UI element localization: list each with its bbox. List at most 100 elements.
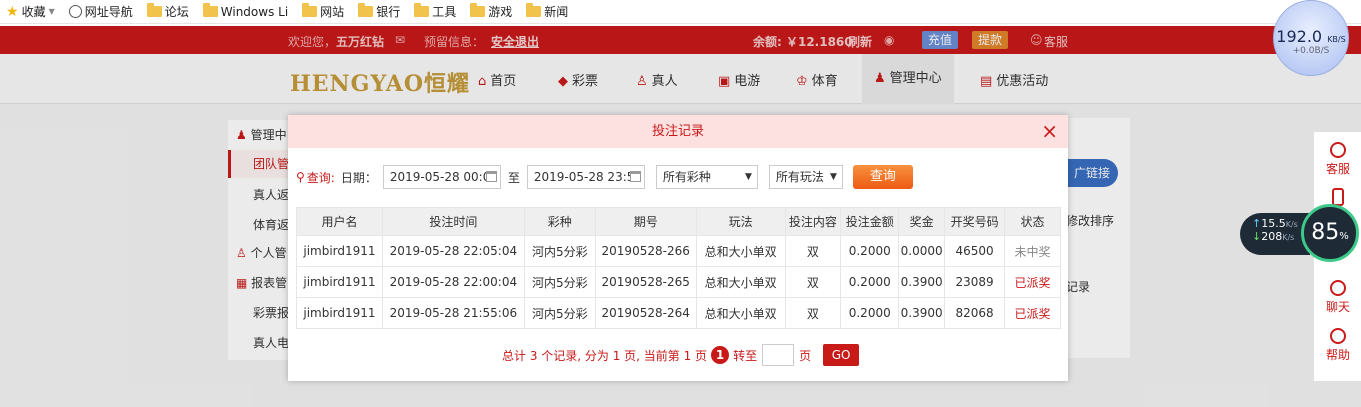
search-icon: ⚲ <box>296 170 305 184</box>
star-icon: ★ <box>6 3 19 20</box>
col-play: 玩法 <box>695 207 786 236</box>
folder-icon <box>302 3 318 17</box>
page-number-current[interactable]: 1 <box>711 346 730 364</box>
download-rate: 208 <box>1261 230 1283 243</box>
caret-down-icon: ▼ <box>744 172 752 182</box>
cell-username: jimbird1911 <box>296 297 383 329</box>
caret-down-icon: ▼ <box>48 7 55 16</box>
sidebar-service[interactable]: 客服 <box>1314 142 1361 177</box>
folder-icon <box>146 3 162 17</box>
folder-icon <box>526 3 542 17</box>
net-monitor-widget[interactable]: ↑15.5K/s ↓208K/s <box>1240 213 1310 255</box>
headset-icon <box>1330 142 1346 158</box>
bookmark-forum[interactable]: 论坛 <box>146 3 189 20</box>
page-unit-label: 页 <box>799 348 812 363</box>
cell-prize: 0.3900 <box>898 297 946 329</box>
cell-bet-content: 双 <box>784 266 842 298</box>
network-speed-widget[interactable]: 192.0 KB/S +0.0B/S <box>1273 0 1349 76</box>
query-label: ⚲ 查询: <box>296 170 335 185</box>
cell-play: 总和大小单双 <box>695 297 786 329</box>
modal-header: 投注记录 × <box>288 115 1068 148</box>
to-label: 至 <box>507 170 520 185</box>
col-bet-content: 投注内容 <box>784 207 842 236</box>
cell-play: 总和大小单双 <box>695 266 786 298</box>
memory-percent-widget[interactable]: 85% <box>1301 204 1359 262</box>
page-jump-input[interactable] <box>762 344 795 366</box>
cell-play: 总和大小单双 <box>695 235 786 267</box>
bookmark-bank[interactable]: 银行 <box>358 3 400 20</box>
speed-sub: +0.0B/S <box>1292 46 1330 56</box>
date-from-input[interactable]: 2019-05-28 00:0 <box>382 165 501 189</box>
lottery-type-select[interactable]: 所有彩种 ▼ <box>655 165 758 189</box>
close-icon[interactable]: × <box>1041 115 1058 148</box>
cell-bet-content: 双 <box>784 297 842 329</box>
cell-bet-content: 双 <box>784 235 842 267</box>
folder-icon <box>414 3 430 17</box>
bet-record-modal: 投注记录 × ⚲ 查询: 日期： 2019-05-28 00:0 至 2019-0… <box>288 115 1068 381</box>
calendar-icon[interactable] <box>485 171 497 182</box>
pagination: 总计 3 个记录, 分为 1 页, 当前第 1 页 1 转至 页 GO <box>502 344 860 366</box>
download-arrow-icon: ↓ <box>1252 230 1262 243</box>
folder-icon <box>470 3 486 17</box>
cell-issue: 20190528-265 <box>594 266 697 298</box>
sidebar-chat[interactable]: 聊天 <box>1314 280 1361 315</box>
col-lottery: 彩种 <box>523 207 596 236</box>
date-label: 日期： <box>340 170 377 185</box>
cell-prize: 0.3900 <box>898 266 946 298</box>
bookmark-news[interactable]: 新闻 <box>526 3 568 20</box>
pager-summary: 总计 3 个记录, 分为 1 页, 当前第 1 页 <box>502 348 708 363</box>
folder-icon <box>358 3 374 17</box>
cell-draw-number: 46500 <box>944 235 1006 267</box>
status-badge: 已派奖 <box>1004 266 1061 298</box>
cell-username: jimbird1911 <box>296 235 383 267</box>
cell-bet-time: 2019-05-28 22:05:04 <box>381 235 525 267</box>
table-row[interactable]: jimbird1911 2019-05-28 22:05:04 河内5分彩 20… <box>296 235 1061 267</box>
go-button[interactable]: GO <box>823 344 860 366</box>
bookmark-sites[interactable]: 网站 <box>302 3 344 20</box>
cell-issue: 20190528-264 <box>594 297 697 329</box>
folder-icon <box>202 3 218 17</box>
table-row[interactable]: jimbird1911 2019-05-28 21:55:06 河内5分彩 20… <box>296 297 1061 329</box>
modal-title: 投注记录 <box>651 124 704 139</box>
memory-percent: 85 <box>1311 220 1340 245</box>
upload-arrow-icon: ↑ <box>1252 217 1262 230</box>
bookmarks-bar: ★ 收藏 ▼ 网址导航 论坛 Windows Li 网站 银行 工具 游戏 新闻 <box>0 0 1361 24</box>
speed-unit: KB/S <box>1327 35 1346 44</box>
cell-lottery: 河内5分彩 <box>523 297 596 329</box>
upload-rate: 15.5 <box>1261 217 1286 230</box>
cell-bet-time: 2019-05-28 22:00:04 <box>381 266 525 298</box>
table-row[interactable]: jimbird1911 2019-05-28 22:00:04 河内5分彩 20… <box>296 266 1061 298</box>
bookmark-tools[interactable]: 工具 <box>414 3 456 20</box>
caret-down-icon: ▼ <box>829 172 837 182</box>
col-draw-number: 开奖号码 <box>944 207 1006 236</box>
cell-issue: 20190528-266 <box>594 235 697 267</box>
bet-record-table: 用户名 投注时间 彩种 期号 玩法 投注内容 投注金额 奖金 开奖号码 状态 j… <box>296 207 1061 329</box>
status-badge: 已派奖 <box>1004 297 1061 329</box>
col-username: 用户名 <box>296 207 383 236</box>
col-status: 状态 <box>1004 207 1061 236</box>
cell-lottery: 河内5分彩 <box>523 235 596 267</box>
bookmark-favorites[interactable]: ★ 收藏 ▼ <box>6 3 55 20</box>
col-prize: 奖金 <box>898 207 946 236</box>
col-issue: 期号 <box>594 207 697 236</box>
bookmark-windows[interactable]: Windows Li <box>202 3 288 19</box>
bookmark-games[interactable]: 游戏 <box>470 3 512 20</box>
speed-value: 192.0 <box>1276 27 1323 46</box>
cell-lottery: 河内5分彩 <box>523 266 596 298</box>
calendar-icon[interactable] <box>629 171 641 182</box>
query-button[interactable]: 查询 <box>852 165 913 189</box>
globe-icon <box>68 5 82 18</box>
date-to-input[interactable]: 2019-05-28 23:5 <box>526 165 645 189</box>
cell-bet-amount: 0.2000 <box>840 235 900 267</box>
status-badge: 未中奖 <box>1004 235 1061 267</box>
cell-prize: 0.0000 <box>898 235 946 267</box>
table-header-row: 用户名 投注时间 彩种 期号 玩法 投注内容 投注金额 奖金 开奖号码 状态 <box>296 207 1061 236</box>
chat-icon <box>1330 280 1346 296</box>
col-bet-amount: 投注金额 <box>840 207 900 236</box>
bookmark-nav[interactable]: 网址导航 <box>68 3 133 20</box>
help-icon <box>1330 328 1346 344</box>
cell-bet-amount: 0.2000 <box>840 266 900 298</box>
col-bet-time: 投注时间 <box>381 207 525 236</box>
play-type-select[interactable]: 所有玩法 ▼ <box>768 165 843 189</box>
sidebar-help[interactable]: 帮助 <box>1314 328 1361 363</box>
